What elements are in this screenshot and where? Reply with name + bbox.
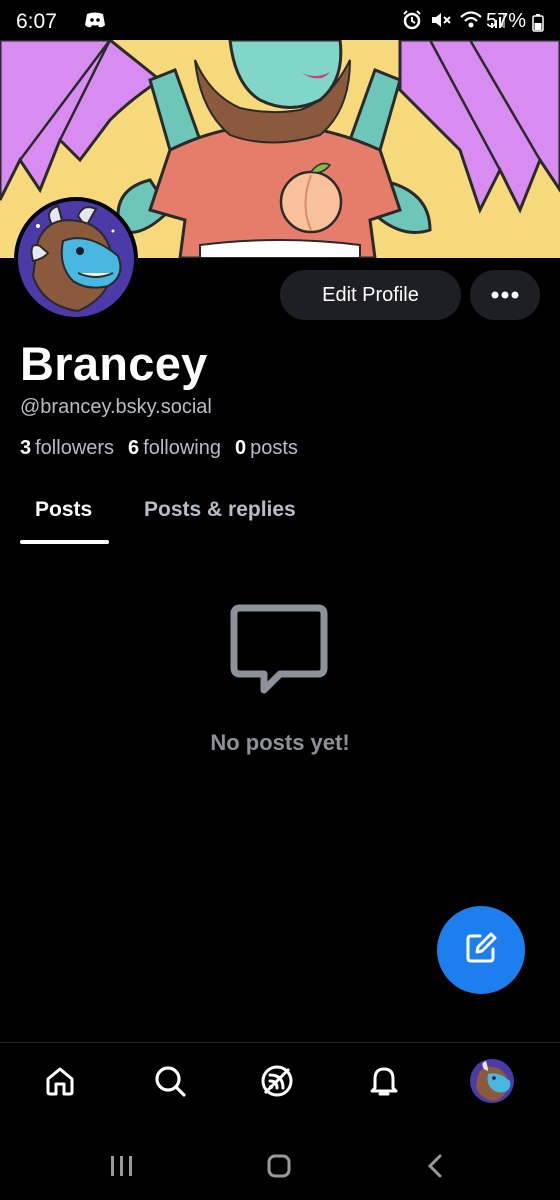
profile-tabs: Posts Posts & replies	[0, 486, 560, 546]
nav-feeds[interactable]	[255, 1061, 299, 1105]
tab-posts-and-replies[interactable]: Posts & replies	[144, 498, 296, 522]
mute-icon	[430, 10, 452, 35]
battery-icon	[532, 14, 544, 37]
alarm-icon	[402, 10, 422, 35]
following-label: following	[143, 437, 221, 459]
posts-count: 0	[235, 437, 247, 459]
following-stat[interactable]: 6 following	[128, 437, 221, 460]
battery-percent: 57%	[485, 10, 526, 32]
profile-handle: @brancey.bsky.social	[20, 396, 212, 418]
compose-icon	[464, 931, 498, 970]
bottom-navigation	[0, 1042, 560, 1131]
profile-stats: 3 followers 6 following 0 posts	[20, 437, 298, 460]
message-bubble-icon	[230, 602, 330, 703]
empty-state-text: No posts yet!	[210, 730, 350, 755]
following-count: 6	[128, 437, 140, 459]
posts-stat: 0 posts	[235, 437, 298, 460]
followers-count: 3	[20, 437, 32, 459]
ellipsis-icon	[491, 286, 519, 304]
feeds-icon	[259, 1063, 295, 1104]
edit-profile-button[interactable]: Edit Profile	[280, 270, 461, 320]
posts-label: posts	[250, 437, 298, 459]
status-bar: 6:07 57%	[0, 0, 560, 40]
search-icon	[153, 1064, 187, 1103]
wifi-icon	[460, 11, 482, 34]
discord-icon	[84, 12, 106, 33]
tab-posts[interactable]: Posts	[35, 498, 92, 522]
status-time: 6:07	[16, 10, 57, 33]
profile-avatar[interactable]	[14, 197, 138, 321]
active-tab-indicator	[20, 540, 109, 544]
home-button-icon[interactable]	[266, 1154, 292, 1183]
nav-profile-avatar[interactable]	[470, 1059, 514, 1103]
recent-apps-icon[interactable]	[109, 1154, 135, 1183]
home-icon	[44, 1065, 76, 1102]
followers-stat[interactable]: 3 followers	[20, 437, 114, 460]
back-icon[interactable]	[426, 1154, 444, 1183]
notifications-icon	[368, 1064, 400, 1103]
followers-label: followers	[35, 437, 115, 459]
profile-screen: 6:07 57% Edit Profile Brancey @brancey.b…	[0, 0, 560, 1200]
display-name: Brancey	[20, 337, 208, 390]
compose-button[interactable]	[437, 906, 525, 994]
nav-notifications[interactable]	[362, 1061, 406, 1105]
nav-search[interactable]	[148, 1061, 192, 1105]
more-options-button[interactable]	[470, 270, 540, 320]
nav-home[interactable]	[38, 1061, 82, 1105]
system-navigation-bar	[0, 1130, 560, 1200]
